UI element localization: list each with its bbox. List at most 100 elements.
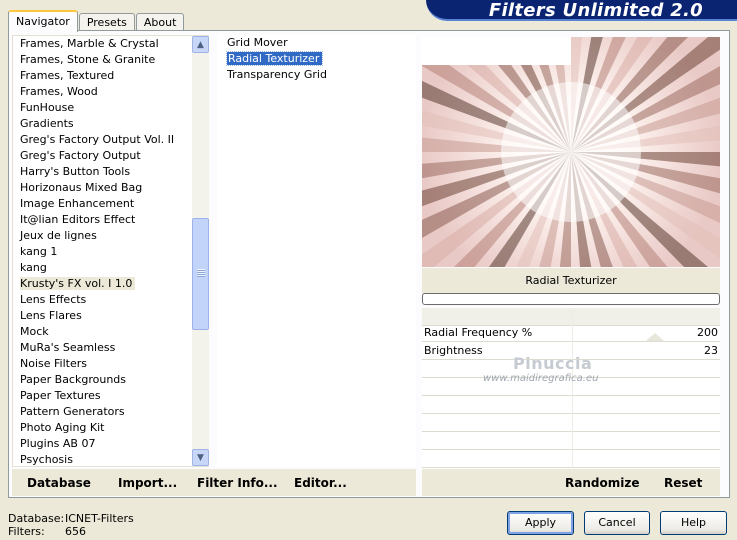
tab-strip: Navigator Presets About (8, 9, 185, 32)
category-item[interactable]: MuRa's Seamless (13, 340, 208, 356)
cancel-button[interactable]: Cancel (584, 511, 650, 535)
tab-navigator[interactable]: Navigator (8, 10, 78, 32)
category-label: Paper Backgrounds (20, 373, 127, 386)
category-item[interactable]: Jeux de lignes (13, 228, 208, 244)
category-item[interactable]: Harry's Button Tools (13, 164, 208, 180)
status-filters-value: 656 (65, 525, 86, 538)
category-scrollbar[interactable]: ▲ ▼ (192, 36, 209, 466)
category-label: Noise Filters (20, 357, 87, 370)
watermark-name: Pinuccia (513, 354, 593, 373)
category-item[interactable]: kang (13, 260, 208, 276)
brand-title: Filters Unlimited 2.0 (488, 0, 703, 21)
category-item[interactable]: Greg's Factory Output Vol. II (13, 132, 208, 148)
category-label: Pattern Generators (20, 405, 125, 418)
category-label: MuRa's Seamless (20, 341, 116, 354)
category-item[interactable]: Mock (13, 324, 208, 340)
tab-about[interactable]: About (135, 13, 185, 31)
slider-value[interactable]: 23 (704, 344, 718, 357)
editor-button[interactable]: Editor... (294, 476, 347, 490)
help-button[interactable]: Help (660, 511, 727, 535)
category-item[interactable]: Greg's Factory Output (13, 148, 208, 164)
category-item[interactable]: FunHouse (13, 100, 208, 116)
category-label: kang 1 (20, 245, 58, 258)
category-list[interactable]: Frames, Marble & Crystal Frames, Stone & … (12, 35, 209, 467)
scroll-up-icon[interactable]: ▲ (192, 36, 209, 53)
apply-button[interactable]: Apply (507, 511, 574, 535)
tab-presets[interactable]: Presets (78, 13, 135, 31)
category-item[interactable]: Plugins AB 07 (13, 436, 208, 452)
category-label: kang (20, 261, 47, 274)
category-item[interactable]: Krusty's FX vol. I 1.0 (13, 276, 208, 292)
category-label: FunHouse (20, 101, 75, 114)
randomize-button[interactable]: Randomize (565, 476, 639, 490)
category-label: Plugins AB 07 (20, 437, 96, 450)
category-item[interactable]: Photo Aging Kit (13, 420, 208, 436)
category-item[interactable]: Frames, Marble & Crystal (13, 36, 208, 52)
slider-empty-row (422, 450, 720, 468)
import-button[interactable]: Import... (118, 476, 177, 490)
category-label: Harry's Button Tools (20, 165, 131, 178)
category-label: Greg's Factory Output (20, 149, 141, 162)
category-item[interactable]: Image Enhancement (13, 196, 208, 212)
category-label: Mock (20, 325, 49, 338)
slider-empty-row (422, 432, 720, 450)
category-item[interactable]: Noise Filters (13, 356, 208, 372)
category-label: Lens Flares (20, 309, 82, 322)
slider-value[interactable]: 200 (697, 326, 718, 339)
category-item[interactable]: kang 1 (13, 244, 208, 260)
category-item[interactable]: Frames, Textured (13, 68, 208, 84)
status-database-value: ICNET-Filters (65, 512, 134, 525)
radial-texture-preview (422, 37, 720, 267)
database-button[interactable]: Database (27, 476, 91, 490)
filter-item[interactable]: Grid Mover (217, 35, 416, 51)
category-item[interactable]: Frames, Stone & Granite (13, 52, 208, 68)
slider-label: Brightness (424, 344, 483, 357)
slider-empty-row (422, 396, 720, 414)
category-label: Jeux de lignes (20, 229, 97, 242)
reset-button[interactable]: Reset (664, 476, 702, 490)
category-label: Paper Textures (20, 389, 101, 402)
category-item[interactable]: Horizonaus Mixed Bag (13, 180, 208, 196)
slider-thumb-icon[interactable] (646, 333, 664, 341)
filter-label: Radial Texturizer (225, 51, 324, 66)
slider-label: Radial Frequency % (424, 326, 533, 339)
category-label: Photo Aging Kit (20, 421, 105, 434)
category-label: Psychosis (20, 453, 73, 466)
category-label: Lens Effects (20, 293, 87, 306)
action-bar-right: Randomize Reset (422, 469, 720, 496)
progress-bar (422, 293, 720, 305)
slider-radial-frequency[interactable]: Radial Frequency % 200 (422, 324, 720, 342)
category-item[interactable]: Pattern Generators (13, 404, 208, 420)
category-item[interactable]: Frames, Wood (13, 84, 208, 100)
filter-label: Transparency Grid (227, 68, 327, 81)
category-label: Image Enhancement (20, 197, 135, 210)
category-item[interactable]: It@lian Editors Effect (13, 212, 208, 228)
category-item[interactable]: Lens Flares (13, 308, 208, 324)
filter-list[interactable]: Grid Mover Radial Texturizer Transparency … (217, 35, 416, 467)
filter-item[interactable]: Transparency Grid (217, 67, 416, 83)
preview-image (422, 37, 720, 267)
category-item[interactable]: Paper Backgrounds (13, 372, 208, 388)
preview-title: Radial Texturizer (422, 268, 720, 294)
watermark-url: www.maidiregrafica.eu (483, 373, 599, 384)
category-label: Frames, Wood (20, 85, 98, 98)
scroll-thumb[interactable] (192, 218, 209, 330)
brand-banner: Filters Unlimited 2.0 (426, 0, 737, 21)
category-label: Frames, Textured (20, 69, 115, 82)
category-label: Frames, Marble & Crystal (20, 37, 159, 50)
action-bar-left: Database Import... Filter Info... Editor… (12, 469, 416, 496)
slider-empty-row (422, 414, 720, 432)
category-item[interactable]: Lens Effects (13, 292, 208, 308)
category-item[interactable]: Gradients (13, 116, 208, 132)
status-filters-label: Filters: (8, 525, 45, 538)
category-label: Krusty's FX vol. I 1.0 (20, 277, 136, 290)
filter-item[interactable]: Radial Texturizer (217, 51, 416, 67)
category-label: Gradients (20, 117, 74, 130)
filter-info-button[interactable]: Filter Info... (197, 476, 278, 490)
category-label: It@lian Editors Effect (20, 213, 136, 226)
category-item[interactable]: Paper Textures (13, 388, 208, 404)
scroll-down-icon[interactable]: ▼ (192, 449, 209, 466)
slider-area: Radial Frequency % 200 Brightness 23 (422, 308, 720, 468)
category-label: Frames, Stone & Granite (20, 53, 156, 66)
category-item[interactable]: Psychosis (13, 452, 208, 466)
